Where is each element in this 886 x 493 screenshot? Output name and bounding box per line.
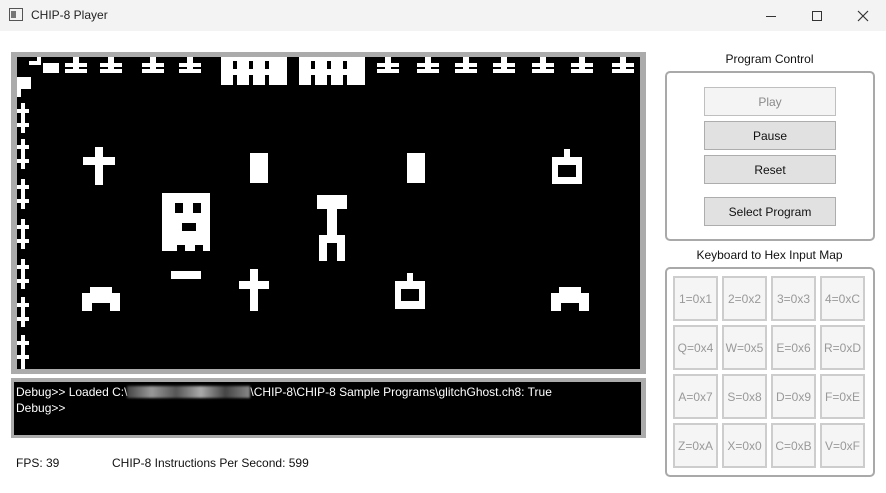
game-sprites — [17, 57, 634, 369]
console-line-2: Debug>> — [16, 401, 66, 415]
select-program-button[interactable]: Select Program — [704, 197, 836, 226]
keymap-title: Keyboard to Hex Input Map — [696, 248, 843, 262]
key-1-button[interactable]: 1=0x1 — [673, 276, 718, 321]
play-button[interactable]: Play — [704, 87, 836, 116]
console-line-1-prefix: Debug>> Loaded C:\ — [16, 385, 128, 399]
key-e-button[interactable]: E=0x6 — [771, 325, 816, 370]
window-title: CHIP-8 Player — [31, 8, 108, 22]
minimize-button[interactable] — [748, 0, 794, 31]
redacted-path — [127, 386, 251, 398]
key-r-button[interactable]: R=0xD — [820, 325, 865, 370]
key-4-button[interactable]: 4=0xC — [820, 276, 865, 321]
key-f-button[interactable]: F=0xE — [820, 374, 865, 419]
close-icon — [857, 10, 869, 21]
minimize-icon — [766, 15, 776, 17]
key-a-button[interactable]: A=0x7 — [673, 374, 718, 419]
app-icon — [9, 8, 23, 21]
console-line-1-suffix: \CHIP-8\CHIP-8 Sample Programs\glitchGho… — [250, 385, 552, 399]
maximize-icon — [812, 10, 822, 21]
key-3-button[interactable]: 3=0x3 — [771, 276, 816, 321]
pause-button[interactable]: Pause — [704, 121, 836, 150]
key-q-button[interactable]: Q=0x4 — [673, 325, 718, 370]
key-w-button[interactable]: W=0x5 — [722, 325, 767, 370]
reset-button[interactable]: Reset — [704, 155, 836, 184]
key-v-button[interactable]: V=0xF — [820, 423, 865, 468]
ips-readout: CHIP-8 Instructions Per Second: 599 — [112, 456, 309, 470]
close-button[interactable] — [840, 0, 886, 31]
key-c-button[interactable]: C=0xB — [771, 423, 816, 468]
key-d-button[interactable]: D=0x9 — [771, 374, 816, 419]
program-control-title: Program Control — [725, 52, 814, 66]
key-s-button[interactable]: S=0x8 — [722, 374, 767, 419]
key-z-button[interactable]: Z=0xA — [673, 423, 718, 468]
chip8-display — [17, 57, 640, 369]
key-2-button[interactable]: 2=0x2 — [722, 276, 767, 321]
maximize-button[interactable] — [794, 0, 840, 31]
title-bar: CHIP-8 Player — [0, 0, 886, 31]
key-x-button[interactable]: X=0x0 — [722, 423, 767, 468]
fps-readout: FPS: 39 — [16, 456, 60, 470]
debug-console[interactable]: Debug>> Loaded C:\ \CHIP-8\CHIP-8 Sample … — [14, 382, 641, 435]
